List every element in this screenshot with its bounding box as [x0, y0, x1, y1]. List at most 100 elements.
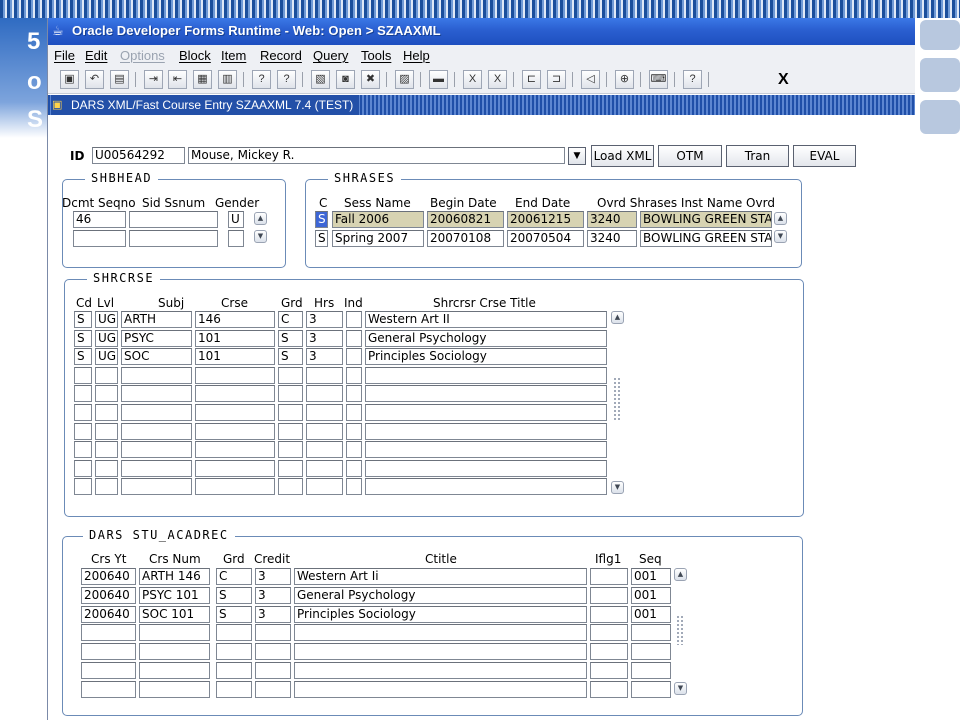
shrcrse-grd-field[interactable] — [278, 404, 303, 421]
sid-ssnum-field[interactable] — [129, 230, 218, 247]
shrcrse-hrs-field[interactable] — [306, 478, 343, 496]
acadrec-credit-field[interactable] — [255, 643, 291, 661]
shrcrse-grd-field[interactable] — [278, 422, 303, 440]
shrcrse-hrs-field[interactable] — [306, 385, 343, 403]
begin-date-field[interactable]: 20060821 — [427, 211, 504, 228]
acadrec-iflg1-field[interactable] — [590, 643, 628, 661]
duplicate-icon[interactable]: ▥ — [218, 70, 237, 89]
acadrec-grd-field[interactable] — [216, 662, 252, 679]
acadrec-grd-field[interactable] — [216, 624, 252, 642]
shrcrse-grd-field[interactable] — [278, 385, 303, 403]
shrcrse-crse-field[interactable] — [195, 478, 275, 496]
remove-record-icon[interactable]: ⇤ — [168, 70, 187, 89]
sess-name-field[interactable]: Fall 2006 — [332, 211, 424, 228]
shrcrse-grd-field[interactable] — [278, 478, 303, 496]
acadrec-credit-field[interactable]: 3 — [255, 586, 291, 604]
insert-record-icon[interactable]: ⇥ — [144, 70, 163, 89]
acadrec-iflg1-field[interactable] — [590, 568, 628, 585]
shrcrse-subj-field[interactable] — [121, 441, 192, 459]
acadrec-grd-field[interactable] — [216, 680, 252, 698]
shrcrse-ind-field[interactable] — [346, 311, 362, 328]
shrcrse-grd-field[interactable]: S — [278, 329, 303, 347]
acadrec-crs-yt-field[interactable]: 200640 — [81, 586, 136, 604]
acadrec-seq-field[interactable] — [631, 624, 671, 642]
shrcrse-grd-field[interactable]: S — [278, 348, 303, 366]
shrcrse-title-field[interactable]: Western Art II — [365, 311, 607, 328]
shrcrse-title-field[interactable] — [365, 441, 607, 459]
acadrec-seq-field[interactable]: 001 — [631, 605, 671, 623]
scrollbar-grip[interactable] — [676, 615, 685, 645]
acadrec-grd-field[interactable] — [216, 643, 252, 661]
acadrec-iflg1-field[interactable] — [590, 586, 628, 604]
menu-help[interactable]: Help — [403, 48, 430, 63]
shrcrse-hrs-field[interactable]: 3 — [306, 329, 343, 347]
shrcrse-cd-field[interactable] — [74, 366, 92, 384]
execute-query-icon[interactable]: ? — [277, 70, 296, 89]
save-icon[interactable]: ▣ — [60, 70, 79, 89]
menu-item[interactable]: Item — [221, 48, 246, 63]
shrcrse-title-field[interactable] — [365, 422, 607, 440]
shrcrse-lvl-field[interactable]: UG — [95, 329, 118, 347]
menu-record[interactable]: Record — [260, 48, 302, 63]
end-date-field[interactable]: 20061215 — [507, 211, 584, 228]
dcmt-seqno-field[interactable] — [73, 230, 126, 247]
shrcrse-subj-field[interactable] — [121, 366, 192, 384]
begin-date-field[interactable]: 20070108 — [427, 230, 504, 247]
acadrec-ctitle-field[interactable] — [294, 624, 587, 642]
name-field[interactable]: Mouse, Mickey R. — [188, 147, 565, 164]
acadrec-ctitle-field[interactable] — [294, 662, 587, 679]
exit-button[interactable]: X — [778, 71, 789, 89]
next-block-icon[interactable]: ⊐ — [547, 70, 566, 89]
acadrec-crs-num-field[interactable] — [139, 662, 210, 679]
shrcrse-lvl-field[interactable] — [95, 385, 118, 403]
c-field[interactable]: S — [315, 230, 328, 247]
scroll-up-icon[interactable]: ▲ — [674, 568, 687, 581]
acadrec-seq-field[interactable] — [631, 643, 671, 661]
clipboard-icon[interactable]: ▨ — [395, 70, 414, 89]
shrcrse-subj-field[interactable]: SOC — [121, 348, 192, 366]
shrcrse-grd-field[interactable] — [278, 459, 303, 477]
shrcrse-hrs-field[interactable]: 3 — [306, 311, 343, 328]
acadrec-crs-num-field[interactable]: PSYC 101 — [139, 586, 210, 604]
count-icon[interactable]: ▧ — [311, 70, 330, 89]
menu-query[interactable]: Query — [313, 48, 348, 63]
acadrec-iflg1-field[interactable] — [590, 624, 628, 642]
acadrec-crs-num-field[interactable]: SOC 101 — [139, 605, 210, 623]
help-icon[interactable]: ? — [683, 70, 702, 89]
shrcrse-lvl-field[interactable] — [95, 404, 118, 421]
tran-button[interactable]: Tran — [726, 145, 789, 167]
shrcrse-lvl-field[interactable] — [95, 459, 118, 477]
chevron-down-icon[interactable]: ▼ — [568, 147, 586, 165]
scroll-down-icon[interactable]: ▼ — [674, 682, 687, 695]
shrcrse-title-field[interactable]: Principles Sociology — [365, 348, 607, 366]
acadrec-seq-field[interactable] — [631, 662, 671, 679]
gender-field[interactable] — [228, 230, 244, 247]
shrcrse-grd-field[interactable] — [278, 366, 303, 384]
shrcrse-title-field[interactable] — [365, 459, 607, 477]
shrcrse-hrs-field[interactable] — [306, 422, 343, 440]
shrcrse-crse-field[interactable]: 101 — [195, 348, 275, 366]
shrcrse-lvl-field[interactable]: UG — [95, 311, 118, 328]
acadrec-ctitle-field[interactable] — [294, 680, 587, 698]
shrcrse-crse-field[interactable] — [195, 404, 275, 421]
menu-tools[interactable]: Tools — [361, 48, 391, 63]
acadrec-grd-field[interactable]: S — [216, 605, 252, 623]
shrcrse-cd-field[interactable]: S — [74, 348, 92, 366]
acadrec-credit-field[interactable] — [255, 624, 291, 642]
previous-block-icon[interactable]: ⊏ — [522, 70, 541, 89]
acadrec-ctitle-field[interactable] — [294, 643, 587, 661]
acadrec-iflg1-field[interactable] — [590, 605, 628, 623]
shrcrse-title-field[interactable] — [365, 385, 607, 403]
shrcrse-crse-field[interactable] — [195, 385, 275, 403]
shrcrse-hrs-field[interactable]: 3 — [306, 348, 343, 366]
acadrec-crs-yt-field[interactable] — [81, 643, 136, 661]
load-xml-button[interactable]: Load XML — [591, 145, 654, 167]
inst-name-field[interactable]: BOWLING GREEN STA — [640, 230, 772, 247]
acadrec-credit-field[interactable]: 3 — [255, 605, 291, 623]
shrcrse-lvl-field[interactable]: UG — [95, 348, 118, 366]
shrcrse-title-field[interactable]: General Psychology — [365, 329, 607, 347]
shrcrse-ind-field[interactable] — [346, 329, 362, 347]
shrcrse-ind-field[interactable] — [346, 478, 362, 496]
shrcrse-crse-field[interactable] — [195, 422, 275, 440]
shrcrse-crse-field[interactable]: 146 — [195, 311, 275, 328]
